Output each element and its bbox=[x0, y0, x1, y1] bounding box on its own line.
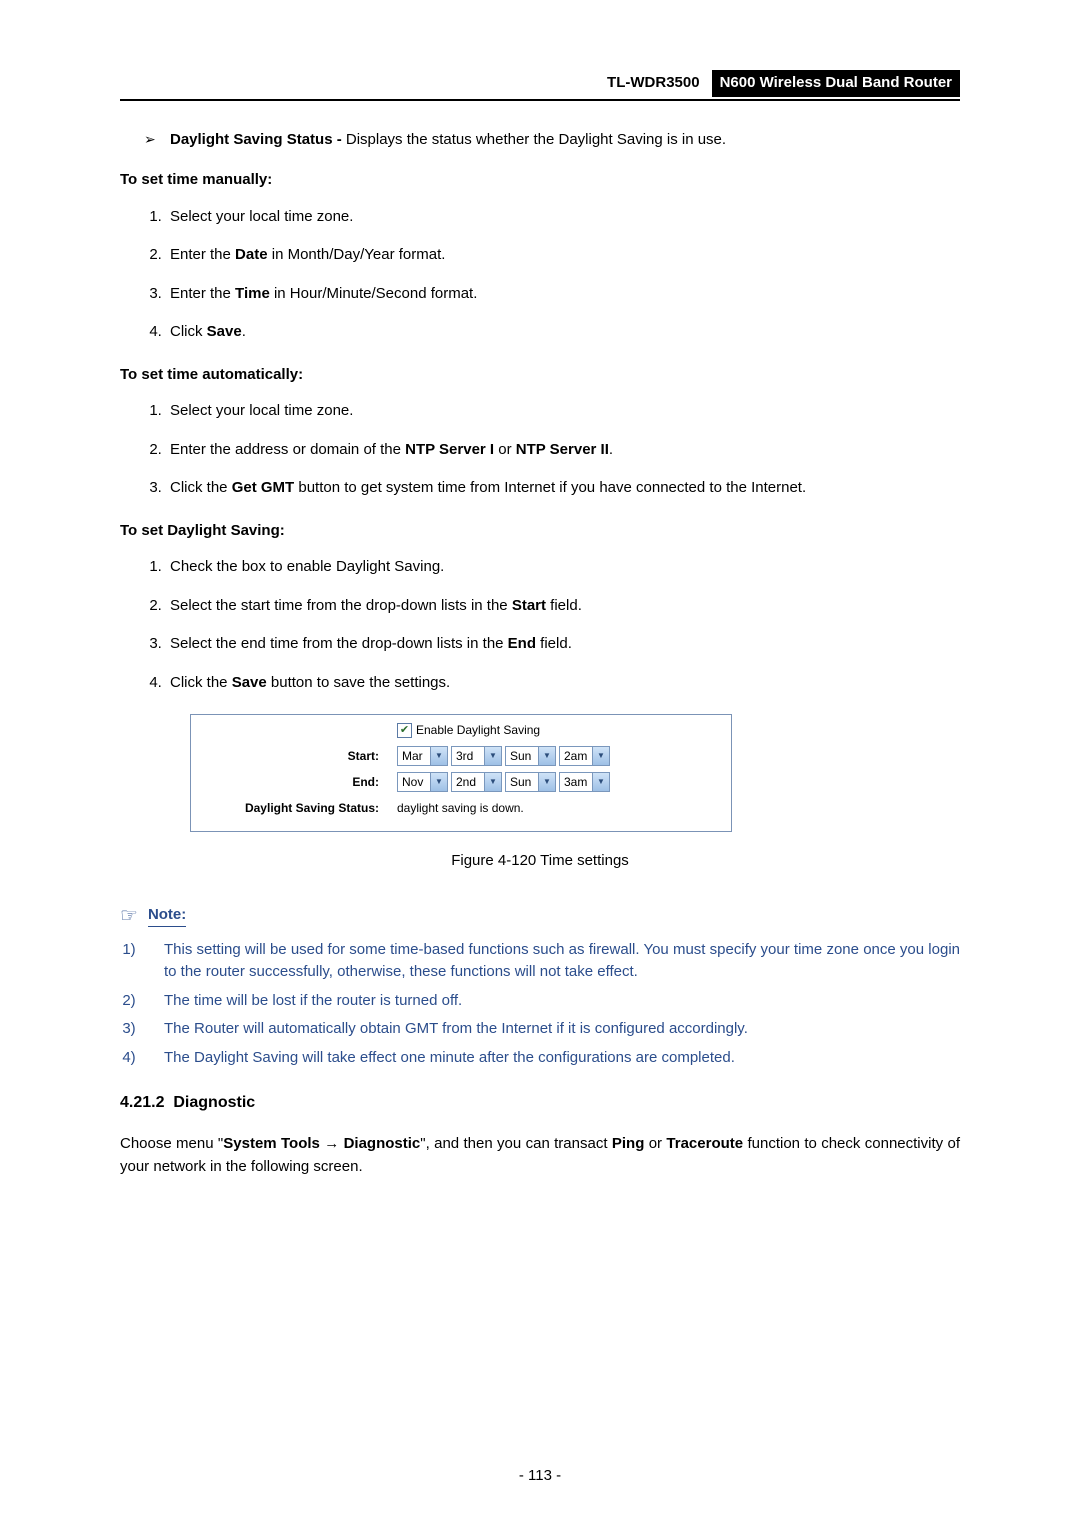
pointing-hand-icon: ☞ bbox=[120, 901, 138, 931]
section-paragraph: Choose menu "System Tools → Diagnostic",… bbox=[120, 1133, 960, 1178]
list-auto: Select your local time zone. Enter the a… bbox=[120, 400, 960, 500]
chevron-down-icon: ▼ bbox=[543, 776, 551, 788]
check-icon: ✔ bbox=[400, 725, 409, 736]
list-item: Select the end time from the drop-down l… bbox=[166, 633, 960, 656]
chevron-down-icon: ▼ bbox=[435, 776, 443, 788]
end-week-select[interactable]: 2nd▼ bbox=[451, 772, 502, 792]
start-hour-select[interactable]: 2am▼ bbox=[559, 746, 610, 766]
figure-caption: Figure 4-120 Time settings bbox=[120, 850, 960, 873]
list-item: Click the Get GMT button to get system t… bbox=[166, 477, 960, 500]
list-item: Enter the address or domain of the NTP S… bbox=[166, 439, 960, 462]
chevron-right-icon: ➢ bbox=[144, 129, 170, 152]
heading-dst: To set Daylight Saving: bbox=[120, 520, 960, 543]
chevron-down-icon: ▼ bbox=[489, 750, 497, 762]
note-heading: ☞ Note: bbox=[120, 901, 960, 931]
list-item: Enter the Date in Month/Day/Year format. bbox=[166, 244, 960, 267]
list-item: Click the Save button to save the settin… bbox=[166, 672, 960, 695]
enable-dst-checkbox[interactable]: ✔ bbox=[397, 723, 412, 738]
page-header: TL-WDR3500 N600 Wireless Dual Band Route… bbox=[120, 70, 960, 101]
list-item: Check the box to enable Daylight Saving. bbox=[166, 556, 960, 579]
list-item: The Router will automatically obtain GMT… bbox=[144, 1018, 960, 1041]
figure-daylight-saving: ✔ Enable Daylight Saving Start: Mar▼ 3rd… bbox=[190, 714, 732, 832]
end-day-select[interactable]: Sun▼ bbox=[505, 772, 556, 792]
product-title: N600 Wireless Dual Band Router bbox=[712, 70, 960, 97]
model-code: TL-WDR3500 bbox=[607, 72, 704, 95]
chevron-down-icon: ▼ bbox=[489, 776, 497, 788]
dst-status-label: Daylight Saving Status: bbox=[201, 799, 397, 817]
chevron-down-icon: ▼ bbox=[597, 750, 605, 762]
heading-manual: To set time manually: bbox=[120, 169, 960, 192]
end-month-select[interactable]: Nov▼ bbox=[397, 772, 448, 792]
bullet-text: Daylight Saving Status - Displays the st… bbox=[170, 129, 726, 152]
end-hour-select[interactable]: 3am▼ bbox=[559, 772, 610, 792]
start-month-select[interactable]: Mar▼ bbox=[397, 746, 448, 766]
list-item: The Daylight Saving will take effect one… bbox=[144, 1047, 960, 1070]
start-label: Start: bbox=[201, 747, 397, 765]
note-label: Note: bbox=[148, 904, 186, 928]
list-item: The time will be lost if the router is t… bbox=[144, 990, 960, 1013]
list-item: Enter the Time in Hour/Minute/Second for… bbox=[166, 283, 960, 306]
heading-auto: To set time automatically: bbox=[120, 364, 960, 387]
section-heading: 4.21.2 Diagnostic bbox=[120, 1091, 960, 1115]
end-label: End: bbox=[201, 773, 397, 791]
enable-dst-label: Enable Daylight Saving bbox=[416, 721, 540, 739]
chevron-down-icon: ▼ bbox=[543, 750, 551, 762]
list-item: This setting will be used for some time-… bbox=[144, 939, 960, 984]
list-item: Select your local time zone. bbox=[166, 206, 960, 229]
bullet-daylight-status: ➢ Daylight Saving Status - Displays the … bbox=[144, 129, 960, 152]
list-item: Select the start time from the drop-down… bbox=[166, 595, 960, 618]
dst-status-value: daylight saving is down. bbox=[397, 799, 524, 817]
list-item: Select your local time zone. bbox=[166, 400, 960, 423]
chevron-down-icon: ▼ bbox=[597, 776, 605, 788]
note-list: This setting will be used for some time-… bbox=[120, 939, 960, 1070]
page-number: - 113 - bbox=[0, 1465, 1080, 1488]
list-dst: Check the box to enable Daylight Saving.… bbox=[120, 556, 960, 694]
start-day-select[interactable]: Sun▼ bbox=[505, 746, 556, 766]
list-manual: Select your local time zone. Enter the D… bbox=[120, 206, 960, 344]
start-week-select[interactable]: 3rd▼ bbox=[451, 746, 502, 766]
chevron-down-icon: ▼ bbox=[435, 750, 443, 762]
list-item: Click Save. bbox=[166, 321, 960, 344]
